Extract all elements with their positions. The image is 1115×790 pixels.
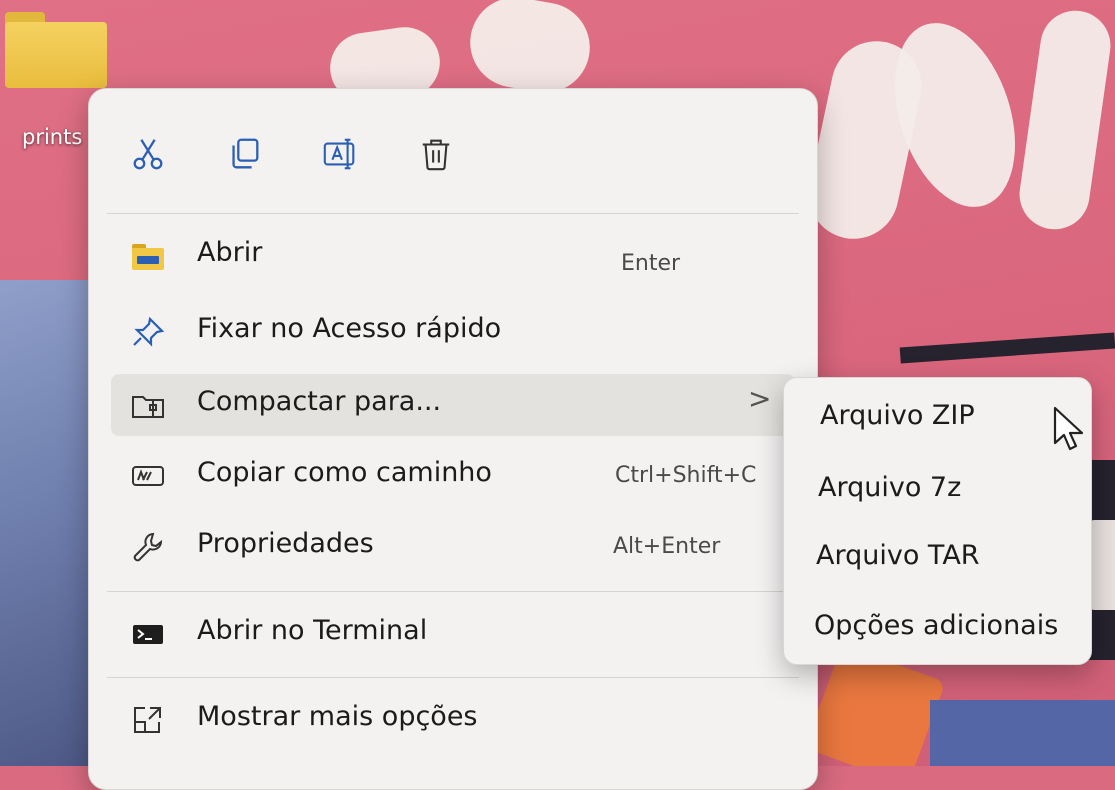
trash-icon: [422, 139, 450, 171]
copy-button[interactable]: [219, 129, 269, 179]
menu-item-properties[interactable]: Propriedades Alt+Enter: [111, 516, 795, 578]
scissors-icon: [133, 139, 163, 170]
submenu-item-tar[interactable]: Arquivo TAR: [794, 526, 1081, 586]
submenu-item-label: Opções adicionais: [814, 610, 1059, 641]
delete-button[interactable]: [411, 129, 461, 179]
menu-item-show-more-options[interactable]: Mostrar mais opções: [111, 689, 795, 751]
menu-item-label: Compactar para...: [197, 386, 442, 417]
menu-item-shortcut: Enter: [621, 251, 681, 276]
menu-item-open[interactable]: Abrir Enter: [111, 225, 795, 287]
context-menu-toolbar: [89, 89, 817, 211]
menu-item-shortcut: Alt+Enter: [613, 534, 721, 559]
menu-item-open-in-terminal[interactable]: Abrir no Terminal: [111, 603, 795, 665]
menu-item-copy-as-path[interactable]: Copiar como caminho Ctrl+Shift+C: [111, 445, 795, 507]
wallpaper-blue-shape: [930, 700, 1115, 766]
pin-icon: [133, 316, 165, 347]
submenu-item-label: Arquivo TAR: [816, 540, 980, 571]
copy-icon: [232, 138, 259, 169]
submenu-item-additional-options[interactable]: Opções adicionais: [794, 596, 1081, 656]
cut-button[interactable]: [123, 129, 173, 179]
compress-submenu: Arquivo ZIP Arquivo 7z Arquivo TAR Opçõe…: [783, 377, 1092, 665]
path-icon: [132, 466, 164, 486]
menu-item-label: Fixar no Acesso rápido: [197, 313, 502, 344]
menu-item-pin-quick-access[interactable]: Fixar no Acesso rápido: [111, 301, 795, 363]
archive-icon: [132, 396, 164, 418]
wrench-icon: [133, 532, 163, 562]
terminal-icon: [133, 625, 163, 644]
wallpaper-white-bars: [1090, 520, 1115, 610]
menu-item-label: Abrir: [197, 237, 263, 268]
submenu-item-label: Arquivo 7z: [818, 472, 962, 503]
chevron-right-icon: >: [748, 382, 772, 415]
rename-button[interactable]: [315, 129, 365, 179]
submenu-item-zip[interactable]: Arquivo ZIP: [794, 386, 1081, 446]
menu-separator: [107, 213, 799, 214]
submenu-item-label: Arquivo ZIP: [820, 400, 975, 431]
rename-icon: [323, 138, 355, 170]
folder-icon: [132, 244, 164, 270]
desktop-folder-icon[interactable]: [5, 12, 107, 88]
menu-separator: [107, 677, 799, 678]
mouse-pointer-icon: [1053, 406, 1084, 451]
menu-item-label: Abrir no Terminal: [197, 615, 428, 646]
menu-item-label: Mostrar mais opções: [197, 701, 478, 732]
desktop-folder-label[interactable]: prints: [22, 125, 82, 149]
expand-icon: [134, 707, 161, 733]
menu-separator: [107, 591, 799, 592]
menu-item-label: Copiar como caminho: [197, 457, 492, 488]
menu-item-compress-to[interactable]: Compactar para... >: [111, 374, 795, 436]
menu-item-shortcut: Ctrl+Shift+C: [615, 463, 757, 488]
menu-item-label: Propriedades: [197, 528, 374, 559]
submenu-item-7z[interactable]: Arquivo 7z: [794, 458, 1081, 518]
context-menu: Abrir Enter Fixar no Acesso rápido Compa…: [88, 88, 818, 790]
